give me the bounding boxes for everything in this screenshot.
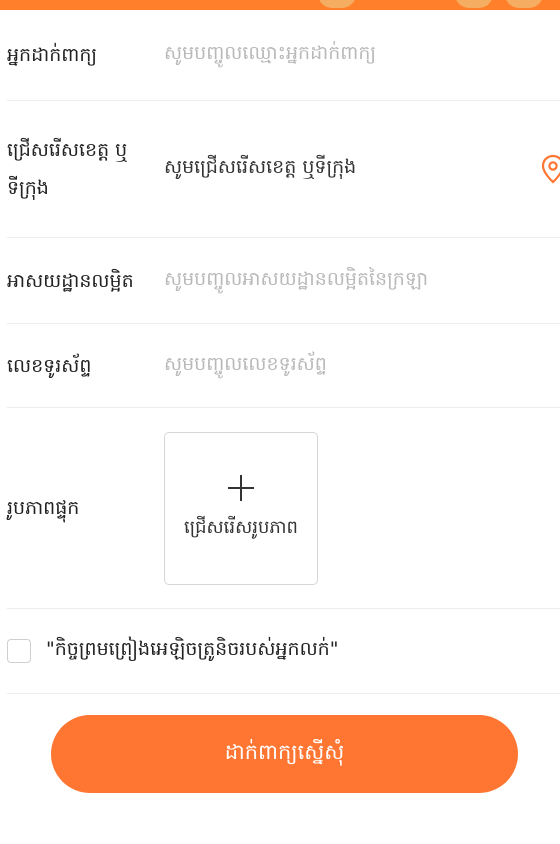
applicant-name-label: អ្នកដាក់ពាក្យ	[7, 44, 98, 66]
header-decoration	[318, 0, 356, 8]
phone-input[interactable]: សូមបញ្ចូលលេខទូរស័ព្ទ	[164, 352, 560, 380]
location-pin-icon[interactable]	[540, 154, 560, 184]
agreement-checkbox[interactable]	[7, 639, 31, 663]
applicant-name-row: អ្នកដាក់ពាក្យ សូមបញ្ចូលឈ្មោះអ្នកដាក់ពាក្…	[7, 10, 560, 101]
phone-row: លេខទូរស័ព្ទ សូមបញ្ចូលលេខទូរស័ព្ទ	[7, 324, 560, 408]
photo-row: រូបភាពផ្ទុក ជ្រើសរើសរូបភាព	[7, 408, 560, 609]
address-row: អាសយដ្ឋានលម្អិត សូមបញ្ចូលអាសយដ្ឋានលម្អិត…	[7, 238, 560, 324]
province-label: ជ្រើសរើសខេត្ត ឬ ទីក្រុង	[7, 131, 164, 207]
submit-button[interactable]: ដាក់ពាក្យស្នើសុំ	[51, 715, 518, 793]
top-header-strip	[0, 0, 560, 10]
province-select[interactable]: សូមជ្រើសរើសខេត្ត ឬទីក្រុង	[164, 155, 560, 183]
plus-icon	[228, 474, 254, 501]
header-decoration	[505, 0, 543, 8]
photo-upload-label: ជ្រើសរើសរូបភាព	[184, 516, 298, 538]
application-form: អ្នកដាក់ពាក្យ សូមបញ្ចូលឈ្មោះអ្នកដាក់ពាក្…	[7, 10, 560, 694]
province-row[interactable]: ជ្រើសរើសខេត្ត ឬ ទីក្រុង សូមជ្រើសរើសខេត្ត…	[7, 101, 560, 238]
photo-upload-button[interactable]: ជ្រើសរើសរូបភាព	[164, 431, 318, 585]
address-input[interactable]: សូមបញ្ចូលអាសយដ្ឋានលម្អិតនៃក្រឡា	[164, 267, 560, 295]
province-label-line2: ទីក្រុង	[7, 177, 49, 199]
agreement-row: "កិច្ចព្រមព្រៀងអេឡិចត្រូនិចរបស់អ្នកលក់"	[7, 609, 560, 694]
agreement-link[interactable]: "កិច្ចព្រមព្រៀងអេឡិចត្រូនិចរបស់អ្នកលក់"	[46, 637, 338, 665]
address-label: អាសយដ្ឋានលម្អិត	[7, 269, 134, 292]
applicant-name-input[interactable]: សូមបញ្ចូលឈ្មោះអ្នកដាក់ពាក្យ	[164, 41, 560, 69]
phone-label: លេខទូរស័ព្ទ	[7, 354, 92, 377]
province-label-line1: ជ្រើសរើសខេត្ត ឬ	[7, 139, 128, 161]
photo-label: រូបភាពផ្ទុក	[7, 497, 80, 519]
header-decoration	[455, 0, 493, 8]
